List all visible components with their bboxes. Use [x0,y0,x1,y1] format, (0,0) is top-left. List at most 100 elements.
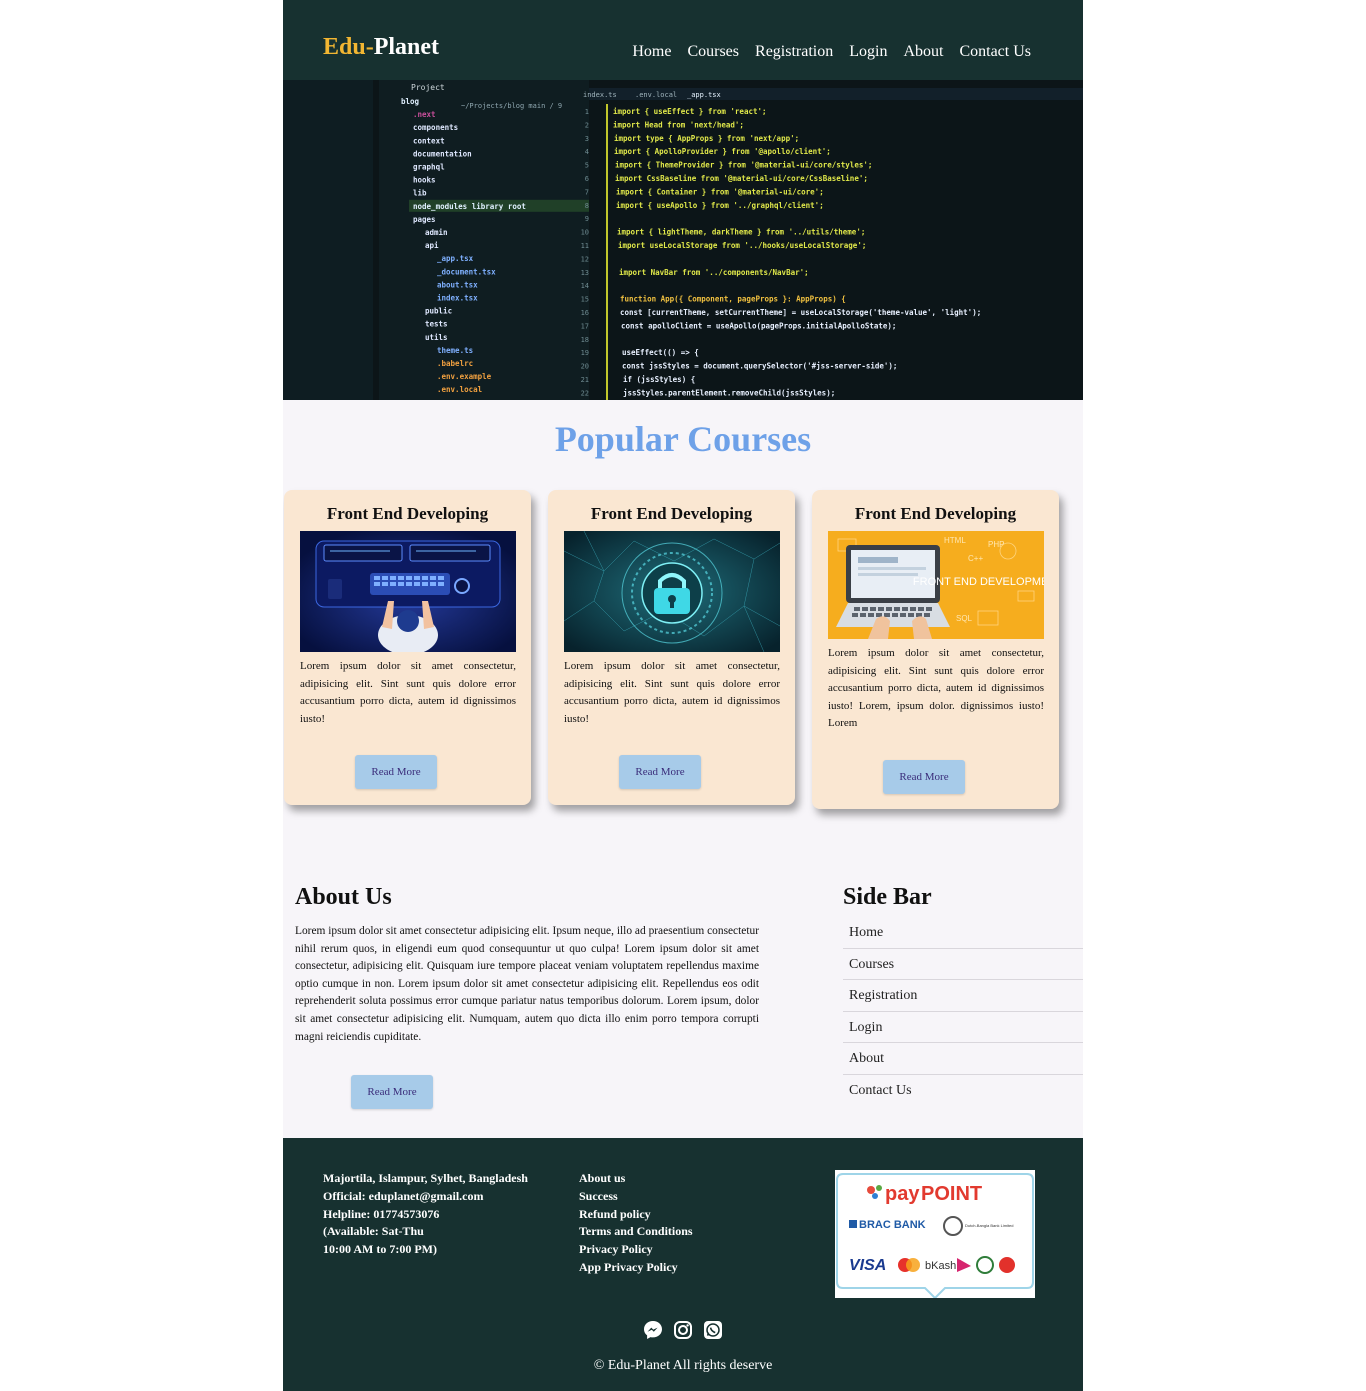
hero-line-number: 19 [581,349,589,357]
about-title: About Us [295,884,392,910]
hero-line-number: 14 [581,282,589,290]
visa-label: VISA [849,1257,886,1274]
hero-tree-item: index.tsx [437,294,478,303]
read-more-button[interactable]: Read More [619,755,701,789]
hero-tree-item: lib [413,189,427,198]
logo-part2: Planet [373,34,440,60]
hero-line-number: 1 [585,108,589,116]
hero-tab: .env.local [635,91,677,99]
course-card-2: Front End Developing Lorem ipsum dolor s… [548,490,795,805]
main-nav: Home Courses Registration Login About Co… [632,43,1031,61]
sidebar-list: Home Courses Registration Login About Co… [843,917,1083,1107]
hero-tree-item: about.tsx [437,280,478,289]
hero-code-line: if (jssStyles) { [623,375,695,384]
nav-about[interactable]: About [903,43,943,61]
sidebar-item-courses[interactable]: Courses [843,949,1083,981]
hero-code-line: useEffect(() => { [622,348,699,357]
logo-part1: Edu- [323,34,374,60]
hero-code-line: import type { AppProps } from 'next/app'… [614,134,799,143]
hero-tree-item: .env.example [437,372,492,381]
page: Edu-Planet Home Courses Registration Log… [283,0,1083,1391]
read-more-button[interactable]: Read More [355,755,437,789]
hero-tree-item: context [413,136,445,145]
sidebar-title: Side Bar [843,884,932,910]
hero-tree-item: utils [425,333,448,342]
hero-code-line: import { Container } from '@material-ui/… [616,187,824,196]
hero-tab: _app.tsx [687,91,721,99]
sidebar-item-home[interactable]: Home [843,917,1083,949]
footer-link-success[interactable]: Success [579,1188,693,1206]
nav-contact[interactable]: Contact Us [959,43,1031,61]
site-footer: Majortila, Islampur, Sylhet, Bangladesh … [283,1138,1083,1391]
hero-code-line: function App({ Component, pageProps }: A… [620,295,846,304]
footer-hours: 10:00 AM to 7:00 PM) [323,1242,437,1257]
hero-branch: ~/Projects/blog main / 9 [461,102,562,110]
course-image-security [564,531,780,652]
hero-tree-item: theme.ts [437,346,473,355]
paypoint-title-a: pay [885,1183,920,1205]
sidebar-item-login[interactable]: Login [843,1012,1083,1044]
about-text: Lorem ipsum dolor sit amet consectetur a… [295,925,759,1043]
nav-home[interactable]: Home [632,43,671,61]
paypoint-title-b: POINT [921,1183,982,1205]
hero-line-number: 2 [585,121,589,129]
hero-tree-item: hooks [413,176,436,185]
sidebar-item-registration[interactable]: Registration [843,980,1083,1012]
course-card-text: Lorem ipsum dolor sit amet consectetur, … [300,660,516,725]
footer-link-refund[interactable]: Refund policy [579,1206,693,1224]
footer-link-terms[interactable]: Terms and Conditions [579,1223,693,1241]
hero-line-number: 18 [581,336,589,344]
hero-tree-item: api [425,241,439,250]
hero-tree-item: pages [413,215,436,224]
footer-link-privacy[interactable]: Privacy Policy [579,1241,693,1259]
svg-text:PHP: PHP [988,540,1004,549]
hero-line-number: 9 [585,215,589,223]
hero-tree-item: node_modules library root [413,202,526,211]
nav-registration[interactable]: Registration [755,43,833,61]
copyright: © Edu-Planet All rights deserve [593,1358,773,1373]
about-read-more-button[interactable]: Read More [351,1075,433,1109]
hero-tree-item: .env.local [437,385,482,394]
social-icons [283,1320,1083,1340]
hero-line-number: 16 [581,309,589,317]
footer-availability: (Available: Sat-Thu [323,1224,424,1239]
hero-code-line: const [currentTheme, setCurrentTheme] = … [620,308,981,317]
course-image-developer [300,531,516,652]
course-card-title: Front End Developing [326,504,489,523]
hero-tree-item: graphql [413,163,445,172]
messenger-icon[interactable] [643,1320,663,1340]
hero-line-number: 22 [581,389,589,397]
instagram-icon[interactable] [673,1320,693,1340]
hero-line-number: 11 [581,242,589,250]
nav-courses[interactable]: Courses [687,43,739,61]
hero-tree-item: blog [401,97,420,106]
hero-line-number: 10 [581,229,589,237]
bkash-label: bKash [925,1260,956,1272]
hero-line-number: 4 [585,148,589,156]
hero-tree-item: _app.tsx [437,254,474,263]
brac-bank-label: BRAC BANK [859,1219,926,1231]
site-logo[interactable]: Edu-Planet [323,34,439,61]
hero-tree-item: _document.tsx [437,267,496,276]
hero-code-line: import { useEffect } from 'react'; [613,107,767,116]
course-card-title: Front End Developing [590,504,753,523]
footer-link-about[interactable]: About us [579,1170,693,1188]
footer-links: About us Success Refund policy Terms and… [579,1170,693,1277]
hero-line-number: 8 [585,202,589,210]
read-more-button[interactable]: Read More [883,760,965,794]
hero-line-number: 7 [585,188,589,196]
nav-login[interactable]: Login [849,43,887,61]
footer-link-app-privacy[interactable]: App Privacy Policy [579,1259,693,1277]
footer-email: Official: eduplanet@gmail.com [323,1188,484,1203]
hero-line-number: 15 [581,296,589,304]
sidebar-item-contact[interactable]: Contact Us [843,1075,1083,1107]
hero-tree-item: admin [425,228,448,237]
hero-code-line: import Head from 'next/head'; [613,120,744,129]
hero-line-number: 13 [581,269,589,277]
hero-code-graphic: Project ~/Projects/blog main / 9 index.ts.… [283,80,1083,400]
sidebar-item-about[interactable]: About [843,1043,1083,1075]
hero-line-number: 5 [585,162,589,170]
whatsapp-icon[interactable] [703,1320,723,1340]
hero-line-number: 21 [581,376,589,384]
popular-courses-title: Popular Courses [554,419,812,459]
